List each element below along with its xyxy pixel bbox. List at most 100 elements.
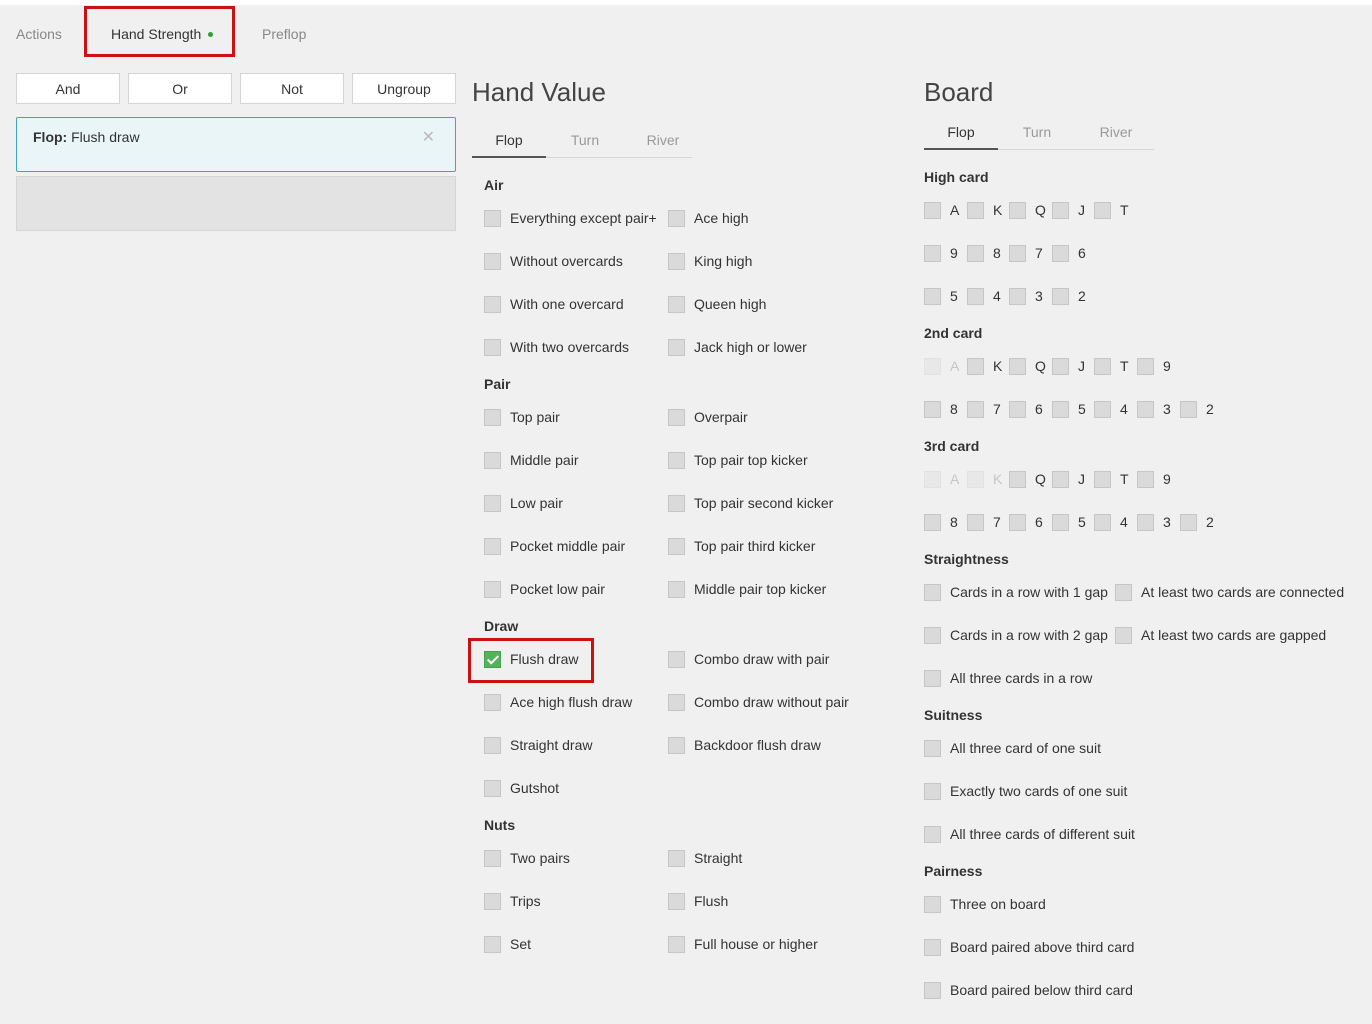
high_card-7-checkbox[interactable] bbox=[1009, 245, 1026, 262]
second_card-j-checkbox[interactable] bbox=[1052, 358, 1069, 375]
board-all-three-cards-in-a-row-checkbox[interactable] bbox=[924, 670, 941, 687]
hv-tab-river[interactable]: River bbox=[626, 132, 700, 148]
board-at-least-two-cards-are-gapped-checkbox[interactable] bbox=[1115, 627, 1132, 644]
high_card-5-label: 5 bbox=[950, 288, 958, 304]
board-board-paired-below-third-card-checkbox[interactable] bbox=[924, 982, 941, 999]
hv-without-overcards-checkbox[interactable] bbox=[484, 253, 501, 270]
third_card-7-checkbox[interactable] bbox=[967, 514, 984, 531]
hv-combo-draw-with-pair-checkbox[interactable] bbox=[668, 651, 685, 668]
high_card-5-checkbox[interactable] bbox=[924, 288, 941, 305]
third_card-5-checkbox[interactable] bbox=[1052, 514, 1069, 531]
high_card-8-checkbox[interactable] bbox=[967, 245, 984, 262]
third_card-2-checkbox[interactable] bbox=[1180, 514, 1197, 531]
hv-overpair-checkbox[interactable] bbox=[668, 409, 685, 426]
hv-jack-high-or-lower-checkbox[interactable] bbox=[668, 339, 685, 356]
second_card-3-checkbox[interactable] bbox=[1137, 401, 1154, 418]
second_card-7-checkbox[interactable] bbox=[967, 401, 984, 418]
third_card-q-label: Q bbox=[1035, 471, 1046, 487]
hv-ace-high-checkbox[interactable] bbox=[668, 210, 685, 227]
hv-set-checkbox[interactable] bbox=[484, 936, 501, 953]
second_card-4-checkbox[interactable] bbox=[1094, 401, 1111, 418]
board-board-paired-above-third-card-checkbox[interactable] bbox=[924, 939, 941, 956]
second_card-q-checkbox[interactable] bbox=[1009, 358, 1026, 375]
high_card-t-checkbox[interactable] bbox=[1094, 202, 1111, 219]
close-icon[interactable]: ✕ bbox=[422, 127, 435, 147]
or-button[interactable]: Or bbox=[128, 73, 232, 104]
third_card-8-checkbox[interactable] bbox=[924, 514, 941, 531]
board-all-three-cards-of-different-suit-checkbox[interactable] bbox=[924, 826, 941, 843]
hv-middle-pair-checkbox[interactable] bbox=[484, 452, 501, 469]
high_card-q-checkbox[interactable] bbox=[1009, 202, 1026, 219]
hv-top-pair-second-kicker-checkbox[interactable] bbox=[668, 495, 685, 512]
hv-everything-except-pair-checkbox[interactable] bbox=[484, 210, 501, 227]
section-title: Pairness bbox=[924, 863, 983, 879]
second_card-8-checkbox[interactable] bbox=[924, 401, 941, 418]
second_card-2-checkbox[interactable] bbox=[1180, 401, 1197, 418]
not-button[interactable]: Not bbox=[240, 73, 344, 104]
hv-with-one-overcard-checkbox[interactable] bbox=[484, 296, 501, 313]
board-tab-turn[interactable]: Turn bbox=[1000, 124, 1074, 140]
board-at-least-two-cards-are-connected-checkbox[interactable] bbox=[1115, 584, 1132, 601]
tab-actions[interactable]: Actions bbox=[16, 26, 62, 42]
hv-trips-checkbox[interactable] bbox=[484, 893, 501, 910]
third_card-j-checkbox[interactable] bbox=[1052, 471, 1069, 488]
third_card-3-checkbox[interactable] bbox=[1137, 514, 1154, 531]
hv-flush-checkbox[interactable] bbox=[668, 893, 685, 910]
second_card-k-checkbox[interactable] bbox=[967, 358, 984, 375]
high_card-k-checkbox[interactable] bbox=[967, 202, 984, 219]
hv-queen-high-checkbox[interactable] bbox=[668, 296, 685, 313]
second_card-5-checkbox[interactable] bbox=[1052, 401, 1069, 418]
board-board-paired-below-third-card-label: Board paired below third card bbox=[950, 982, 1133, 998]
hv-full-house-or-higher-checkbox[interactable] bbox=[668, 936, 685, 953]
high_card-j-checkbox[interactable] bbox=[1052, 202, 1069, 219]
high_card-2-checkbox[interactable] bbox=[1052, 288, 1069, 305]
hv-king-high-checkbox[interactable] bbox=[668, 253, 685, 270]
board-tab-flop[interactable]: Flop bbox=[924, 124, 998, 140]
board-exactly-two-cards-of-one-suit-checkbox[interactable] bbox=[924, 783, 941, 800]
third_card-4-checkbox[interactable] bbox=[1094, 514, 1111, 531]
hv-pocket-middle-pair-checkbox[interactable] bbox=[484, 538, 501, 555]
filter-street: Flop: bbox=[33, 129, 68, 145]
second_card-9-checkbox[interactable] bbox=[1137, 358, 1154, 375]
second_card-k-label: K bbox=[993, 358, 1003, 374]
hv-gutshot-checkbox[interactable] bbox=[484, 780, 501, 797]
board-tab-river[interactable]: River bbox=[1078, 124, 1154, 140]
third_card-9-checkbox[interactable] bbox=[1137, 471, 1154, 488]
hv-straight-checkbox[interactable] bbox=[668, 850, 685, 867]
high_card-a-checkbox[interactable] bbox=[924, 202, 941, 219]
hv-pocket-low-pair-checkbox[interactable] bbox=[484, 581, 501, 598]
high_card-3-checkbox[interactable] bbox=[1009, 288, 1026, 305]
filter-drop-zone[interactable] bbox=[16, 176, 456, 231]
board-cards-in-a-row-with-2-gap-checkbox[interactable] bbox=[924, 627, 941, 644]
hv-ace-high-flush-draw-checkbox[interactable] bbox=[484, 694, 501, 711]
hv-everything-except-pair-label: Everything except pair+ bbox=[510, 210, 657, 226]
hv-combo-draw-without-pair-checkbox[interactable] bbox=[668, 694, 685, 711]
hv-two-pairs-checkbox[interactable] bbox=[484, 850, 501, 867]
hv-middle-pair-top-kicker-checkbox[interactable] bbox=[668, 581, 685, 598]
hv-straight-draw-checkbox[interactable] bbox=[484, 737, 501, 754]
hv-backdoor-flush-draw-checkbox[interactable] bbox=[668, 737, 685, 754]
hv-tab-flop[interactable]: Flop bbox=[472, 132, 546, 148]
filter-card[interactable]: Flop: Flush draw ✕ bbox=[16, 117, 456, 172]
and-button[interactable]: And bbox=[16, 73, 120, 104]
hv-top-pair-third-kicker-checkbox[interactable] bbox=[668, 538, 685, 555]
third_card-t-checkbox[interactable] bbox=[1094, 471, 1111, 488]
hv-tab-turn[interactable]: Turn bbox=[548, 132, 622, 148]
third_card-q-checkbox[interactable] bbox=[1009, 471, 1026, 488]
tab-preflop[interactable]: Preflop bbox=[262, 26, 306, 42]
board-all-three-card-of-one-suit-checkbox[interactable] bbox=[924, 740, 941, 757]
high_card-8-label: 8 bbox=[993, 245, 1001, 261]
hv-top-pair-checkbox[interactable] bbox=[484, 409, 501, 426]
hv-low-pair-checkbox[interactable] bbox=[484, 495, 501, 512]
board-cards-in-a-row-with-1-gap-checkbox[interactable] bbox=[924, 584, 941, 601]
board-three-on-board-checkbox[interactable] bbox=[924, 896, 941, 913]
hv-with-two-overcards-checkbox[interactable] bbox=[484, 339, 501, 356]
hv-top-pair-top-kicker-checkbox[interactable] bbox=[668, 452, 685, 469]
second_card-t-checkbox[interactable] bbox=[1094, 358, 1111, 375]
third_card-6-checkbox[interactable] bbox=[1009, 514, 1026, 531]
high_card-6-checkbox[interactable] bbox=[1052, 245, 1069, 262]
second_card-6-checkbox[interactable] bbox=[1009, 401, 1026, 418]
ungroup-button[interactable]: Ungroup bbox=[352, 73, 456, 104]
high_card-4-checkbox[interactable] bbox=[967, 288, 984, 305]
high_card-9-checkbox[interactable] bbox=[924, 245, 941, 262]
